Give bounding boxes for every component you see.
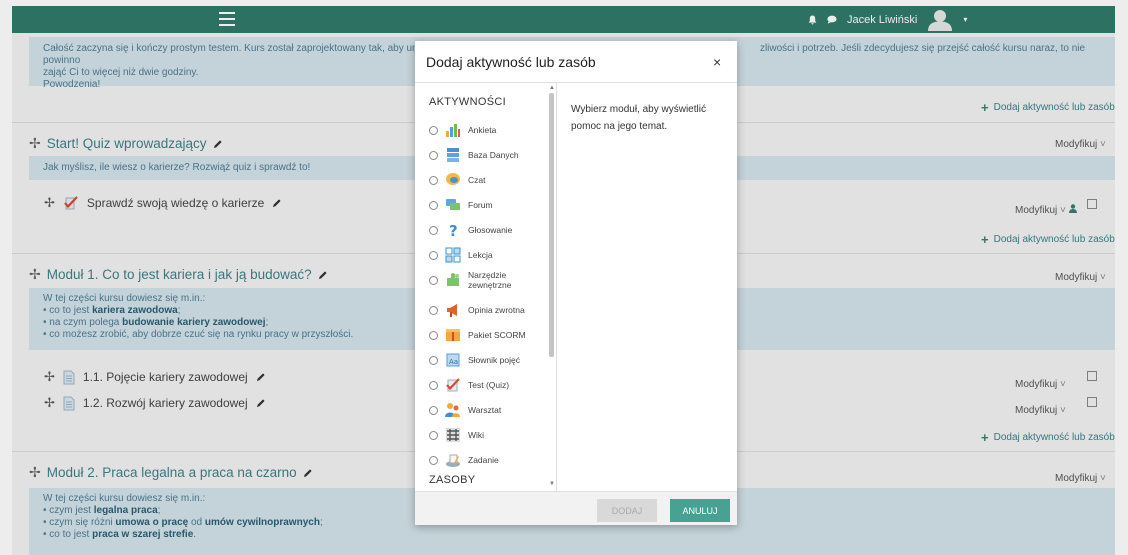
radio-button[interactable] bbox=[429, 125, 438, 135]
module-option-label: Ankieta bbox=[468, 125, 497, 135]
module-option-label: Forum bbox=[468, 200, 493, 210]
scrollbar-thumb[interactable] bbox=[549, 93, 554, 357]
puzzle-icon bbox=[445, 272, 461, 288]
module-option-8[interactable]: Pakiet SCORM bbox=[429, 325, 547, 345]
module-option-0[interactable]: Ankieta bbox=[429, 120, 547, 140]
database-icon bbox=[445, 147, 461, 163]
add-activity-dialog: Dodaj aktywność lub zasób × AKTYWNOŚCI Z… bbox=[415, 41, 737, 525]
close-icon[interactable]: × bbox=[713, 54, 721, 70]
radio-button[interactable] bbox=[429, 430, 438, 440]
module-option-1[interactable]: Baza Danych bbox=[429, 145, 547, 165]
radio-button[interactable] bbox=[429, 200, 438, 210]
radio-button[interactable] bbox=[429, 225, 438, 235]
svg-text:?: ? bbox=[449, 222, 458, 238]
module-option-7[interactable]: Opinia zwrotna bbox=[429, 300, 547, 320]
module-option-6[interactable]: Narzędzie zewnętrzne bbox=[429, 270, 547, 290]
module-option-13[interactable]: Zadanie bbox=[429, 450, 547, 470]
question-mark-icon: ? bbox=[445, 222, 461, 238]
package-icon bbox=[445, 327, 461, 343]
category-resources: ZASOBY bbox=[429, 474, 476, 486]
module-option-11[interactable]: Warsztat bbox=[429, 400, 547, 420]
svg-text:Aa: Aa bbox=[449, 358, 458, 366]
module-option-label: Wiki bbox=[468, 430, 485, 440]
list-scrollbar[interactable]: ▲ ▼ bbox=[548, 85, 555, 487]
radio-button[interactable] bbox=[429, 380, 438, 390]
glossary-icon: Aa bbox=[445, 352, 461, 368]
module-option-label: Czat bbox=[468, 175, 486, 185]
module-option-label: Głosowanie bbox=[468, 225, 513, 235]
module-option-label: Słownik pojęć bbox=[468, 355, 520, 365]
dialog-header: Dodaj aktywność lub zasób × bbox=[415, 41, 737, 83]
lesson-icon bbox=[445, 247, 461, 263]
dialog-footer: DODAJ ANULUJ bbox=[415, 491, 737, 525]
quiz-check-icon bbox=[445, 377, 461, 393]
module-option-12[interactable]: Wiki bbox=[429, 425, 547, 445]
radio-button[interactable] bbox=[429, 250, 438, 260]
radio-button[interactable] bbox=[429, 355, 438, 365]
module-option-3[interactable]: Forum bbox=[429, 195, 547, 215]
module-option-label: Test (Quiz) bbox=[468, 380, 510, 390]
module-option-label: Narzędzie zewnętrzne bbox=[468, 270, 512, 290]
scroll-up-icon[interactable]: ▲ bbox=[549, 85, 555, 91]
chat-bubble-icon bbox=[445, 172, 461, 188]
forum-icon bbox=[445, 197, 461, 213]
megaphone-icon bbox=[445, 302, 461, 318]
radio-button[interactable] bbox=[429, 330, 438, 340]
module-option-label: Baza Danych bbox=[468, 150, 519, 160]
module-option-label: Opinia zwrotna bbox=[468, 305, 525, 315]
chart-bars-icon bbox=[445, 122, 461, 138]
module-option-2[interactable]: Czat bbox=[429, 170, 547, 190]
category-activities: AKTYWNOŚCI bbox=[429, 96, 506, 108]
help-text: Wybierz moduł, aby wyświetlić pomoc na j… bbox=[571, 104, 706, 132]
assignment-icon bbox=[445, 452, 461, 468]
module-option-10[interactable]: Test (Quiz) bbox=[429, 375, 547, 395]
module-option-9[interactable]: Aa Słownik pojęć bbox=[429, 350, 547, 370]
cancel-button[interactable]: ANULUJ bbox=[670, 499, 730, 522]
radio-button[interactable] bbox=[429, 305, 438, 315]
radio-button[interactable] bbox=[429, 275, 438, 285]
add-button[interactable]: DODAJ bbox=[597, 499, 657, 522]
wiki-icon bbox=[445, 427, 461, 443]
radio-button[interactable] bbox=[429, 455, 438, 465]
module-chooser-list[interactable]: AKTYWNOŚCI ZASOBY Ankieta Baza Danych Czat… bbox=[415, 83, 557, 491]
scroll-down-icon[interactable]: ▼ bbox=[549, 481, 555, 487]
radio-button[interactable] bbox=[429, 175, 438, 185]
module-option-4[interactable]: ? Głosowanie bbox=[429, 220, 547, 240]
workshop-people-icon bbox=[445, 402, 461, 418]
module-option-label: Zadanie bbox=[468, 455, 499, 465]
radio-button[interactable] bbox=[429, 150, 438, 160]
radio-button[interactable] bbox=[429, 405, 438, 415]
module-option-label: Pakiet SCORM bbox=[468, 330, 526, 340]
module-option-5[interactable]: Lekcja bbox=[429, 245, 547, 265]
module-option-label: Lekcja bbox=[468, 250, 493, 260]
module-option-label: Warsztat bbox=[468, 405, 502, 415]
dialog-title: Dodaj aktywność lub zasób bbox=[426, 54, 596, 70]
